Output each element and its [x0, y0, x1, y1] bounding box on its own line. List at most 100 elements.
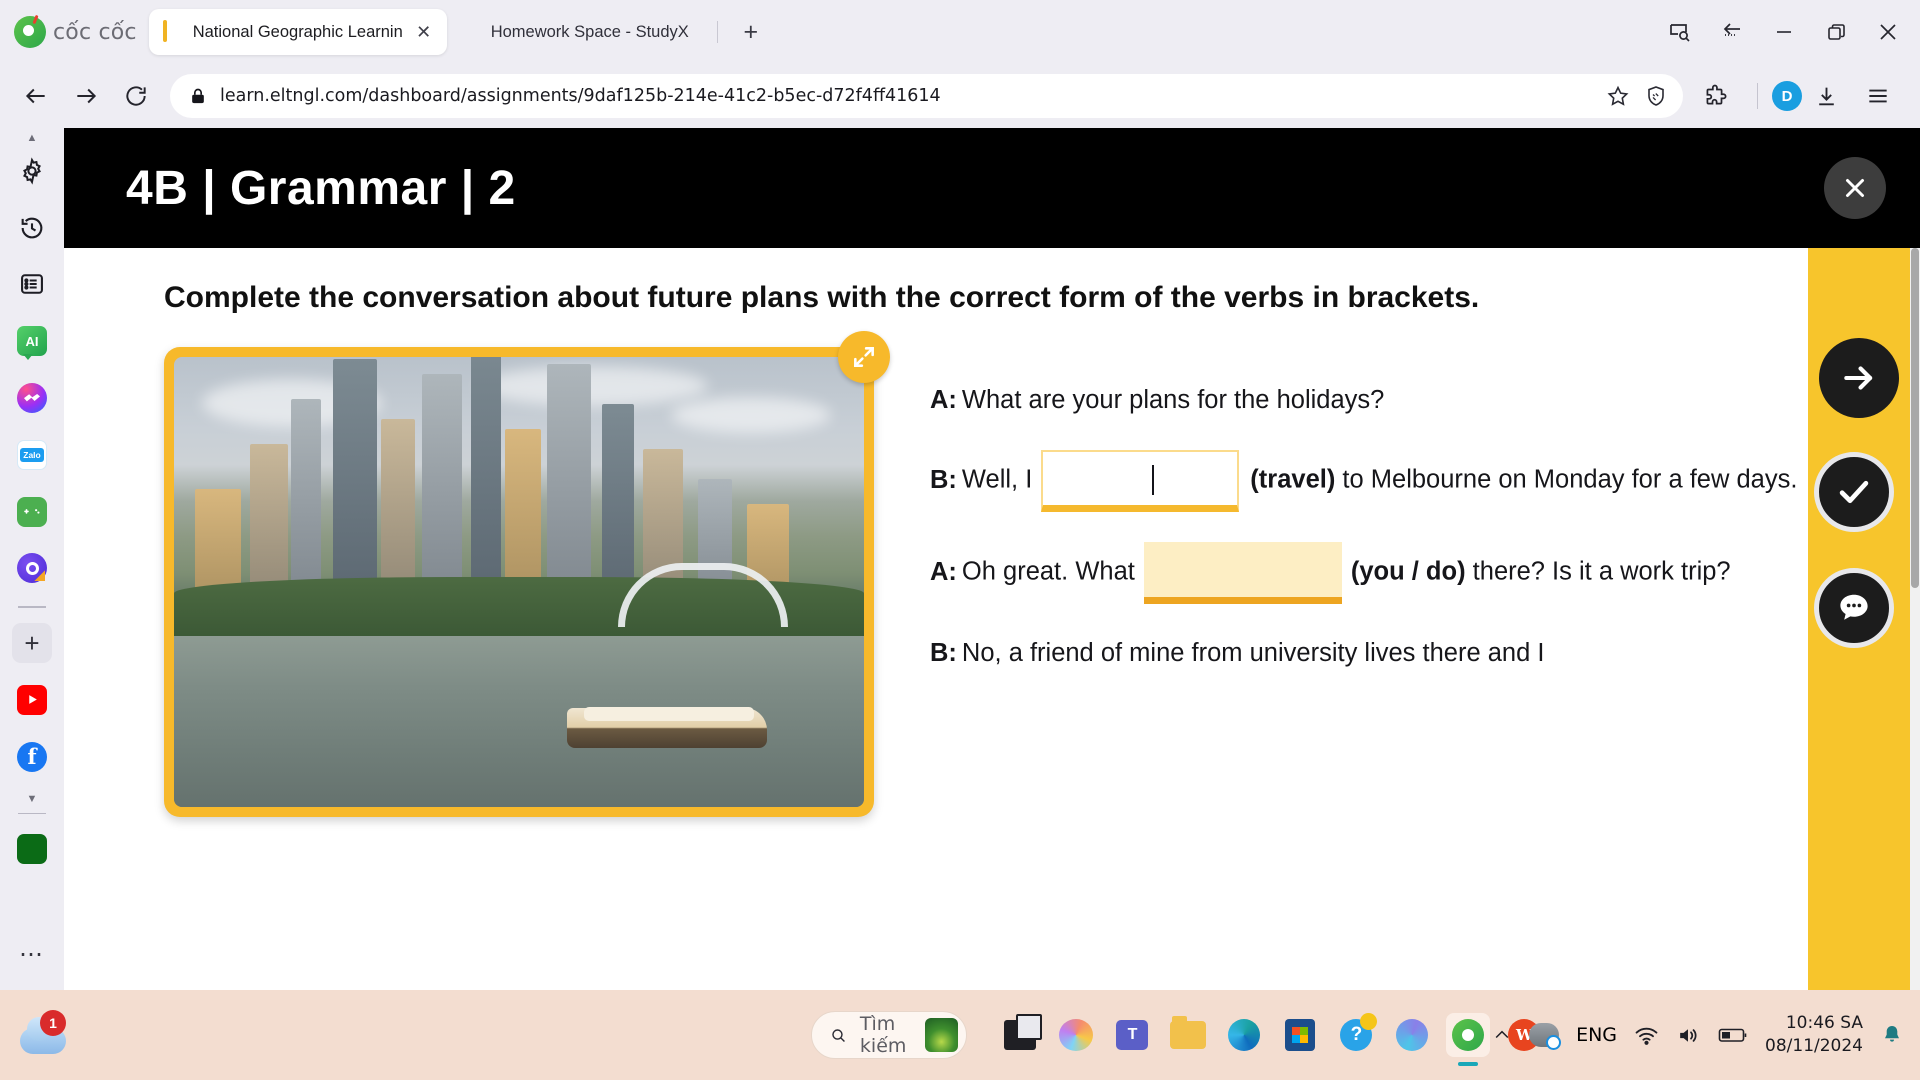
url-text: learn.eltngl.com/dashboard/assignments/9…	[220, 86, 941, 106]
feedback-chat-button[interactable]	[1814, 568, 1894, 648]
sidebar-item-youtube[interactable]	[10, 679, 54, 721]
battery-icon[interactable]	[1718, 1024, 1748, 1046]
teams-icon: T	[1116, 1020, 1149, 1050]
m365-icon	[1396, 1019, 1429, 1051]
page-scrollbar[interactable]	[1910, 248, 1920, 990]
task-view-icon	[1004, 1014, 1043, 1050]
avatar[interactable]: D	[1772, 81, 1802, 111]
shield-icon[interactable]	[1637, 77, 1675, 115]
book-icon	[162, 20, 183, 42]
ellipsis-icon: ⋯	[19, 940, 45, 968]
sidebar-item-games[interactable]	[10, 491, 54, 533]
conversation-line-3: A: Oh great. What (you / do) there? Is it …	[930, 542, 1810, 605]
window-controls	[1654, 0, 1920, 64]
store-icon	[1285, 1019, 1316, 1051]
browser-chrome: cốc cốc National Geographic Learning ✕ H…	[0, 0, 1920, 128]
line-text: No, a friend of mine from university liv…	[961, 639, 1545, 668]
tab-title: National Geographic Learning	[192, 22, 403, 41]
sidebar-item-messenger[interactable]	[10, 377, 54, 419]
verb-cue: (travel)	[1250, 465, 1336, 494]
notification-badge: 1	[40, 1010, 66, 1036]
start-icon[interactable]	[785, 1018, 788, 1052]
address-bar[interactable]: learn.eltngl.com/dashboard/assignments/9…	[170, 74, 1683, 118]
taskbar-app-file-explorer[interactable]	[1166, 1013, 1210, 1057]
answer-input-2[interactable]	[1143, 542, 1342, 605]
search-placeholder: Tìm kiếm	[859, 1013, 907, 1057]
facebook-icon: f	[17, 741, 47, 772]
sidebar-item-add-shortcut[interactable]: +	[10, 622, 54, 664]
expand-arrows-icon[interactable]	[838, 330, 890, 383]
chevron-up-icon[interactable]	[1492, 1025, 1512, 1045]
taskbar-app-microsoft-365[interactable]	[1390, 1013, 1434, 1057]
youtube-icon	[17, 684, 47, 715]
taskbar-center: Tìm kiếm T ? W	[460, 1011, 1541, 1066]
plus-icon: +	[12, 623, 52, 664]
line-text-before: Well, I	[961, 465, 1033, 494]
reload-icon[interactable]	[114, 74, 158, 118]
volume-icon[interactable]	[1676, 1023, 1701, 1048]
taskbar-app-edge[interactable]	[1222, 1013, 1266, 1057]
sidebar-item-more-options[interactable]: ⋯	[10, 933, 54, 975]
deer-wallpaper-icon	[924, 1018, 959, 1052]
coccoc-brand-logo: cốc cốc	[14, 0, 137, 64]
forward-arrow-icon[interactable]	[64, 74, 108, 118]
taskbar-app-task-view[interactable]	[998, 1013, 1043, 1057]
chevron-down-icon[interactable]: ▼	[27, 793, 38, 805]
scrollbar-thumb[interactable]	[1911, 248, 1919, 588]
messenger-icon	[17, 383, 47, 414]
sidebar-item-facebook[interactable]: f	[10, 736, 54, 778]
sidebar-item-reading-list[interactable]	[10, 264, 54, 306]
answer-input-1[interactable]	[1041, 450, 1240, 513]
coccoc-brand-text: cốc cốc	[53, 19, 137, 45]
line-text-before: Oh great. What	[961, 557, 1135, 586]
sidebar-item-green-app[interactable]	[10, 828, 54, 870]
close-icon[interactable]: ✕	[413, 21, 435, 43]
tab-strip: cốc cốc National Geographic Learning ✕ H…	[0, 0, 1920, 64]
clock[interactable]: 10:46 SA 08/11/2024	[1765, 1012, 1863, 1058]
restore-icon[interactable]	[1810, 4, 1862, 60]
minimize-icon[interactable]	[1758, 4, 1810, 60]
extensions-puzzle-icon[interactable]	[1693, 74, 1737, 118]
menu-hamburger-icon[interactable]	[1856, 74, 1900, 118]
onedrive-icon[interactable]	[1529, 1023, 1562, 1050]
sidebar-item-settings[interactable]	[10, 150, 54, 192]
game-controller-icon	[17, 496, 47, 527]
taskbar-left: 1	[18, 1010, 70, 1056]
close-icon[interactable]	[1862, 4, 1914, 60]
conversation-line-2: B: Well, I (travel) to Melbourne on Monday…	[930, 450, 1810, 513]
system-tray: ENG 10:46 SA 08/11/2024	[1492, 1012, 1904, 1058]
language-indicator[interactable]: ENG	[1576, 1024, 1617, 1046]
sidebar-item-zalo[interactable]: Zalo	[10, 434, 54, 476]
sidebar-item-history[interactable]	[10, 207, 54, 249]
line-text-after: there? Is it a work trip?	[1472, 557, 1731, 586]
sidebar-item-quick-search[interactable]	[10, 547, 54, 589]
next-button[interactable]	[1819, 338, 1899, 418]
onedrive-notification[interactable]: 1	[18, 1010, 70, 1056]
wifi-icon[interactable]	[1634, 1023, 1659, 1048]
search-page-icon[interactable]	[1654, 4, 1706, 60]
toolbar-icons: D	[1693, 74, 1906, 118]
chevron-up-icon[interactable]: ▲	[27, 132, 38, 144]
close-lesson-button[interactable]	[1824, 157, 1886, 219]
taskbar-app-microsoft-store[interactable]	[1278, 1013, 1322, 1057]
new-tab-button[interactable]: +	[734, 15, 768, 49]
bookmark-star-icon[interactable]	[1599, 77, 1637, 115]
speaker-label: B:	[930, 639, 957, 668]
help-icon: ?	[1340, 1013, 1378, 1051]
tab-homework-space-studyx[interactable]: Homework Space - StudyX	[447, 9, 701, 55]
taskbar-app-copilot[interactable]	[1054, 1013, 1098, 1057]
taskbar-search[interactable]: Tìm kiếm	[811, 1011, 968, 1059]
check-answers-button[interactable]	[1814, 452, 1894, 532]
app-tile-icon	[17, 834, 47, 865]
bell-icon[interactable]	[1880, 1023, 1904, 1047]
back-dotted-icon[interactable]	[1706, 4, 1758, 60]
downloads-icon[interactable]	[1804, 74, 1848, 118]
taskbar-app-teams[interactable]: T	[1110, 1013, 1154, 1057]
back-arrow-icon[interactable]	[14, 74, 58, 118]
taskbar-app-coc-coc[interactable]	[1446, 1013, 1491, 1066]
taskbar-app-get-help[interactable]: ?	[1334, 1013, 1378, 1057]
coccoc-logo-icon	[14, 16, 46, 48]
sidebar-item-ai-assistant[interactable]: AI	[10, 320, 54, 362]
speaker-label: A:	[930, 557, 957, 586]
tab-national-geographic-learning[interactable]: National Geographic Learning ✕	[148, 9, 447, 55]
